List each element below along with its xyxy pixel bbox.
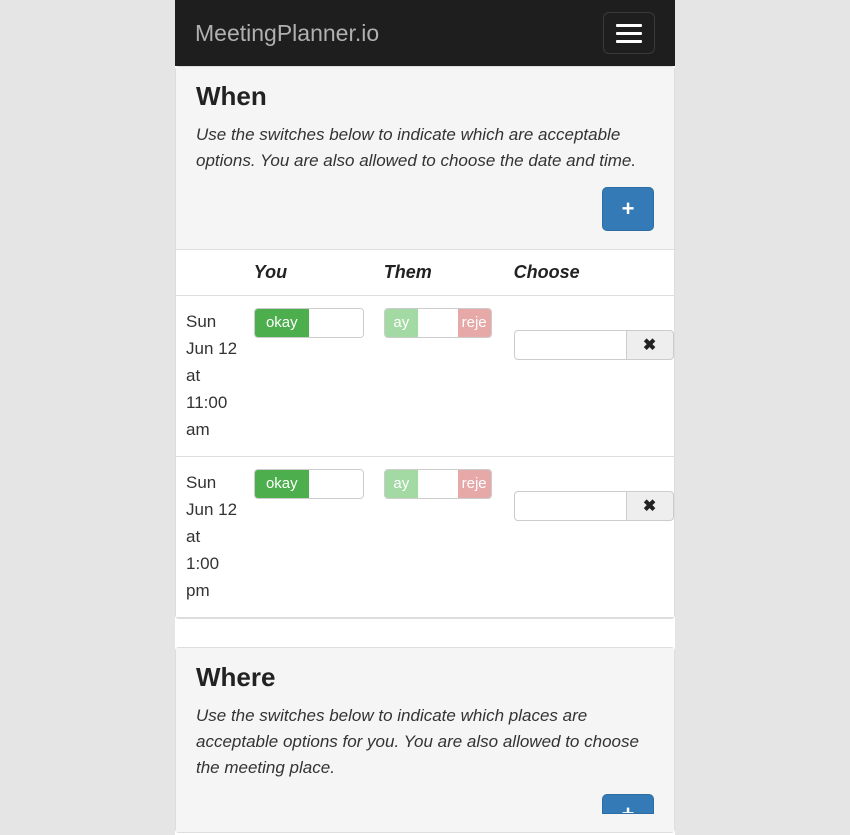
delete-time-button[interactable]: ✖: [626, 330, 674, 360]
them-switch-reject: reje: [458, 309, 491, 337]
add-place-button[interactable]: +: [602, 794, 654, 814]
you-cell: okay: [246, 295, 376, 456]
plus-icon: +: [622, 801, 635, 814]
when-table: You Them Choose Sun Jun 12 at 11:00 am o…: [176, 250, 674, 618]
where-add-row: +: [196, 794, 654, 814]
when-description: Use the switches below to indicate which…: [196, 122, 654, 175]
them-switch-okay: ay: [385, 470, 418, 498]
choose-select[interactable]: [514, 330, 626, 360]
choose-combo: ✖: [514, 491, 674, 521]
where-title: Where: [196, 662, 654, 693]
when-add-row: +: [196, 187, 654, 231]
where-panel: Where Use the switches below to indicate…: [175, 647, 675, 833]
them-switch-mid: [418, 309, 458, 337]
them-cell: ay reje: [376, 295, 506, 456]
col-time-header: [176, 250, 246, 296]
time-label: Sun Jun 12 at 1:00 pm: [176, 456, 246, 617]
close-icon: ✖: [643, 496, 656, 516]
when-panel: When Use the switches below to indicate …: [175, 66, 675, 619]
them-switch-okay: ay: [385, 309, 418, 337]
them-switch[interactable]: ay reje: [384, 308, 492, 338]
choose-combo: ✖: [514, 330, 674, 360]
them-switch-mid: [418, 470, 458, 498]
you-switch-on: okay: [255, 309, 309, 337]
hamburger-bar-icon: [616, 40, 642, 43]
col-you-header: You: [246, 250, 376, 296]
you-switch[interactable]: okay: [254, 308, 364, 338]
where-description: Use the switches below to indicate which…: [196, 703, 654, 782]
menu-toggle-button[interactable]: [603, 12, 655, 54]
time-label: Sun Jun 12 at 11:00 am: [176, 295, 246, 456]
when-title: When: [196, 81, 654, 112]
choose-cell: ✖: [506, 456, 674, 617]
them-switch-reject: reje: [458, 470, 491, 498]
when-panel-heading: When Use the switches below to indicate …: [176, 67, 674, 250]
choose-cell: ✖: [506, 295, 674, 456]
col-them-header: Them: [376, 250, 506, 296]
you-cell: okay: [246, 456, 376, 617]
them-cell: ay reje: [376, 456, 506, 617]
where-panel-heading: Where Use the switches below to indicate…: [176, 648, 674, 832]
time-option-row: Sun Jun 12 at 11:00 am okay ay rej: [176, 295, 674, 456]
hamburger-bar-icon: [616, 24, 642, 27]
brand-title[interactable]: MeetingPlanner.io: [195, 20, 379, 47]
when-table-header: You Them Choose: [176, 250, 674, 296]
you-switch-on: okay: [255, 470, 309, 498]
you-switch[interactable]: okay: [254, 469, 364, 499]
content-area: When Use the switches below to indicate …: [175, 66, 675, 835]
them-switch[interactable]: ay reje: [384, 469, 492, 499]
navbar: MeetingPlanner.io: [175, 0, 675, 66]
you-switch-off: [309, 309, 363, 337]
you-switch-off: [309, 470, 363, 498]
plus-icon: +: [622, 196, 635, 222]
col-choose-header: Choose: [506, 250, 674, 296]
add-time-button[interactable]: +: [602, 187, 654, 231]
delete-time-button[interactable]: ✖: [626, 491, 674, 521]
app-viewport: MeetingPlanner.io When Use the switches …: [175, 0, 675, 835]
close-icon: ✖: [643, 335, 656, 355]
time-option-row: Sun Jun 12 at 1:00 pm okay ay reje: [176, 456, 674, 617]
choose-select[interactable]: [514, 491, 626, 521]
hamburger-bar-icon: [616, 32, 642, 35]
